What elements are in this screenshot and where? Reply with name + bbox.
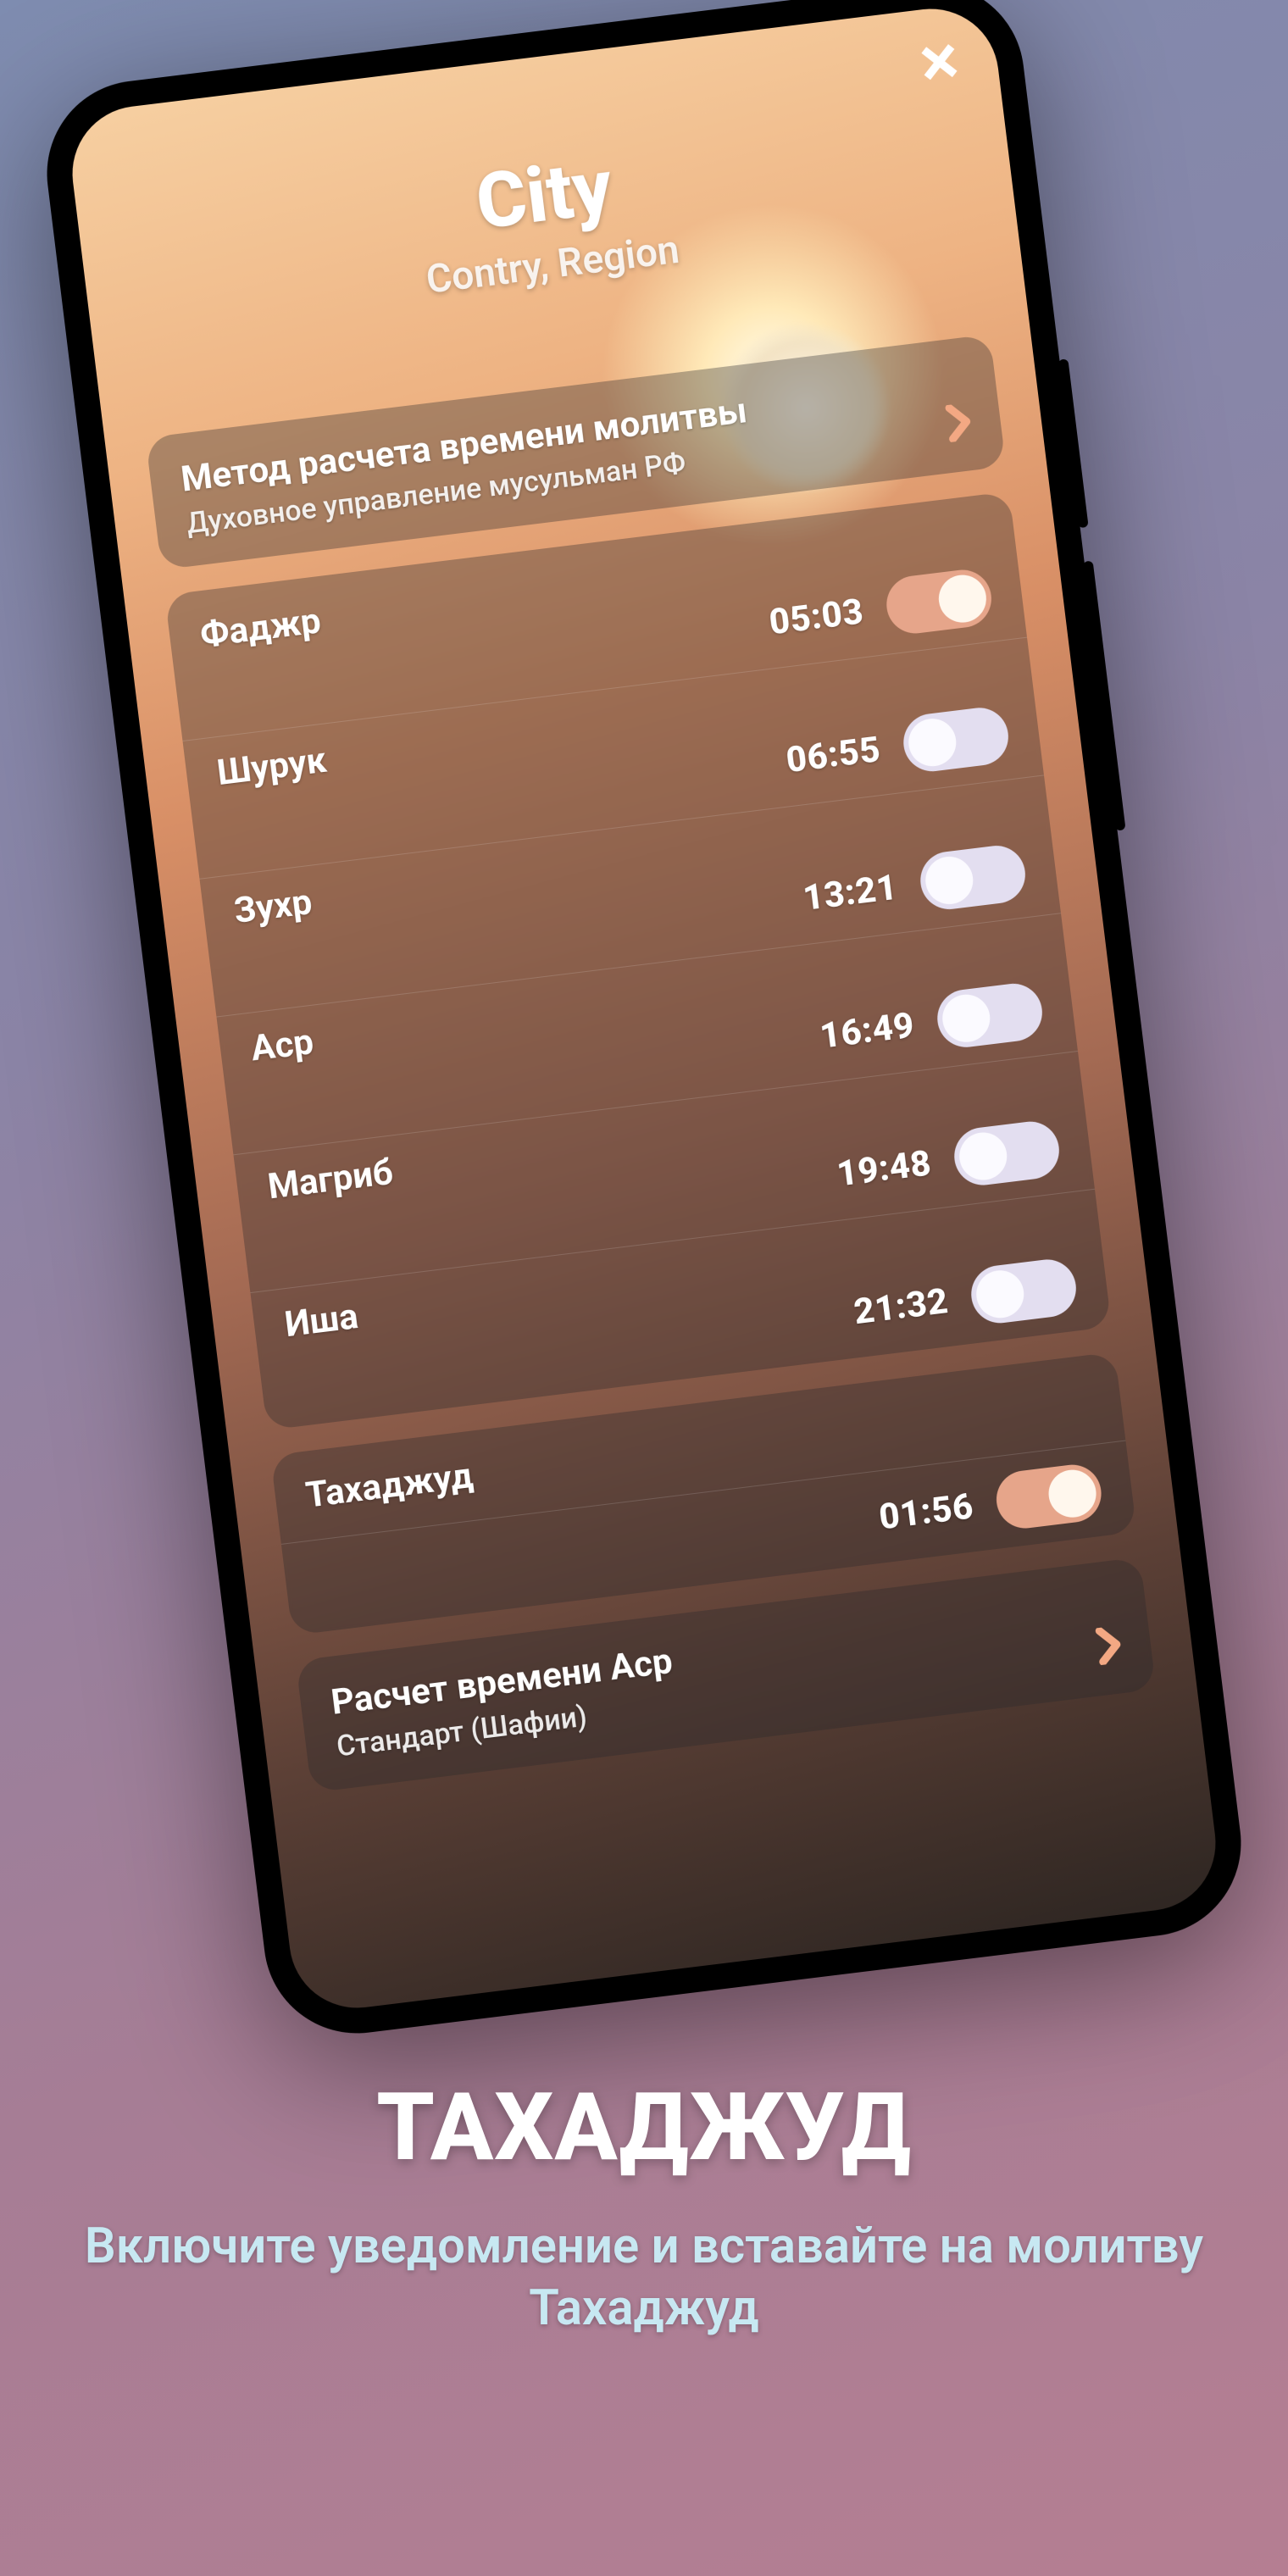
prayer-toggle[interactable]	[968, 1257, 1079, 1327]
phone-body: City Contry, Region Метод расчета времен…	[36, 0, 1252, 2044]
phone-side-button	[1083, 561, 1126, 831]
chevron-right-icon	[1094, 1625, 1124, 1668]
prayer-time: 19:48	[811, 1142, 934, 1198]
prayer-times-card: Фаджр 05:03 Шурук 06:55 Зухр 13:21 Аср 1…	[164, 491, 1112, 1430]
tahajjud-toggle[interactable]	[993, 1462, 1104, 1532]
prayer-toggle[interactable]	[951, 1119, 1062, 1189]
prayer-time: 05:03	[743, 591, 866, 647]
close-icon	[913, 36, 965, 88]
close-button[interactable]	[913, 36, 965, 88]
prayer-time: 06:55	[760, 728, 883, 784]
location-header: City Contry, Region	[76, 94, 1019, 345]
prayer-toggle[interactable]	[917, 842, 1028, 913]
prayer-time: 01:56	[852, 1485, 975, 1541]
prayer-toggle[interactable]	[883, 567, 994, 637]
phone-mockup: City Contry, Region Метод расчета времен…	[36, 0, 1252, 2044]
promo-subtitle: Включите уведомление и вставайте на моли…	[64, 2216, 1224, 2339]
prayer-time: 13:21	[777, 866, 900, 922]
settings-stack: Метод расчета времени молитвы Духовное у…	[146, 334, 1157, 1792]
prayer-toggle[interactable]	[900, 704, 1011, 774]
app-screen: City Contry, Region Метод расчета времен…	[64, 1, 1223, 2015]
prayer-toggle[interactable]	[934, 980, 1045, 1051]
prayer-time: 16:49	[794, 1004, 917, 1060]
phone-side-button	[1058, 358, 1088, 528]
prayer-time: 21:32	[828, 1280, 951, 1336]
chevron-right-icon	[944, 402, 974, 446]
promo-title: ТАХАДЖУД	[64, 2073, 1224, 2182]
promo-text: ТАХАДЖУД Включите уведомление и вставайт…	[64, 2073, 1224, 2339]
